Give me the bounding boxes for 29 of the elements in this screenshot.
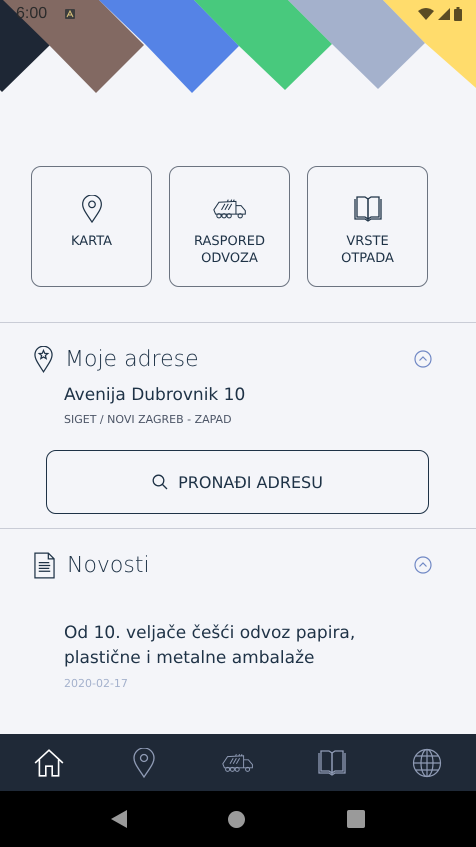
globe-icon [410,748,443,778]
back-icon[interactable] [110,810,127,828]
recents-icon[interactable] [347,810,366,828]
document-icon [34,552,55,578]
address-street: Avenija Dubrovnik 10 [64,385,246,405]
shortcut-tile[interactable]: VRSTE OTPADA [307,166,428,287]
tile-label: KARTA [70,233,114,250]
signal-icon [438,8,450,20]
address-district: SIGET / NOVI ZAGREB - ZAPAD [64,413,233,426]
wifi-icon [418,8,434,20]
section-title: Novosti [67,552,150,578]
map-pin-star-icon [34,346,53,372]
home-icon [33,748,66,778]
tile-label: VRSTE OTPADA [340,233,395,267]
open-book-icon [316,748,348,778]
news-headline[interactable]: Od 10. veljače češći odvoz papira, plastične i metalne ambalaže [64,621,432,671]
status-time: 6:00 [16,5,48,23]
find-address-button[interactable]: PRONAĐI ADRESU [46,450,429,514]
collapse-toggle[interactable] [414,350,432,368]
shortcut-tile[interactable]: RASPORED ODVOZA [169,166,290,287]
section-title: Moje adrese [65,346,199,372]
home-circle-icon[interactable] [228,810,246,828]
tile-label: RASPORED ODVOZA [193,233,266,267]
battery-icon [454,7,462,21]
collapse-toggle[interactable] [414,556,432,574]
news-date: 2020-02-17 [64,677,129,690]
keyboard-notification-icon [65,9,76,19]
search-icon [152,474,168,490]
shortcut-tile[interactable]: KARTA [31,166,152,287]
